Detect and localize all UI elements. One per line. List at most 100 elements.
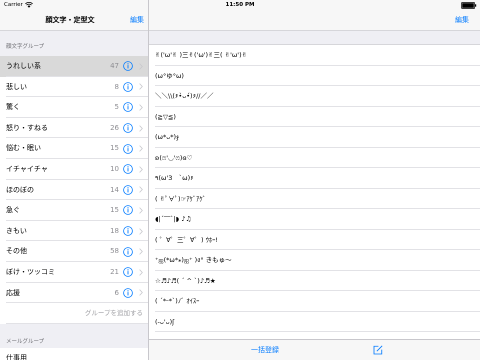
chevron-right-icon [139,166,143,173]
emoticon-text: (≧▽≦) [155,112,176,121]
table-header-spacer [149,31,480,45]
group-count: 5 [114,103,119,112]
group-count: 15 [110,206,119,215]
info-icon[interactable] [123,82,133,92]
emoticon-text: ʚ(ෆ'◡'ෆ)ɞ♡ [155,153,193,162]
group-count: 8 [114,82,119,91]
chevron-right-icon [139,269,143,276]
emoticon-row[interactable]: ☆♬♪♬( ´ ^ `)♪♬★ [149,271,480,292]
group-row[interactable]: 悲しい 8 [0,76,148,98]
info-icon[interactable] [123,288,133,298]
group-row[interactable]: その他 58 [0,241,148,262]
group-count: 47 [110,62,119,70]
info-icon[interactable] [123,164,133,175]
mail-group-row[interactable]: 仕事用 [0,348,148,360]
group-count: 15 [110,144,119,153]
group-name: 応援 [6,288,20,297]
group-count: 26 [110,123,119,132]
emoticon-text: ✌('ω'✌ )三✌('ω')✌三( ✌'ω')✌ [155,51,248,59]
info-icon[interactable] [123,185,133,195]
emoticon-row[interactable]: (≧▽≦) [149,107,480,128]
emoticon-text: (ω°ゆ°ω) [155,71,184,80]
info-icon[interactable] [123,143,133,154]
group-row[interactable]: 驚く 5 [0,97,148,118]
chevron-right-icon [139,83,143,91]
chevron-right-icon [139,227,143,235]
sidebar-title: 顔文字・定型文 [45,16,95,24]
emoticon-row[interactable]: ʚ(ෆ'◡'ෆ)ɞ♡ [149,148,480,169]
group-count: 18 [110,226,119,235]
group-name: ほのぼの [6,185,34,194]
group-list: うれしい系 47 悲しい 8 驚く 5 怒り・すねる 26 悩む・眠い 15 イ… [0,56,148,360]
info-icon[interactable] [123,205,133,216]
mail-section-header-label: メールグループ [6,339,45,346]
emoticon-text: ( ✌ﾟ∀ﾟ)☞ｱｹﾞｱｹﾞ [155,194,206,203]
group-count: 58 [110,247,119,256]
emoticon-row[interactable]: (ω°ゆ°ω) [149,66,480,87]
chevron-right-icon [139,145,143,152]
group-name: うれしい系 [6,62,41,70]
emoticon-row[interactable]: ( ゜∀゜三゜∀゜) ｳﾎｰ! [149,230,480,251]
emoticon-list: ✌('ω'✌ )三✌('ω')✌三( ✌'ω')✌ (ω°ゆ°ω) ＼＼\\(۶… [149,45,480,332]
bottom-toolbar: 一括登録 [149,339,480,360]
chevron-right-icon [139,124,143,132]
group-count: 14 [110,185,119,194]
emoticon-section-header: 顔文字グループ [6,44,45,50]
info-icon[interactable] [123,61,133,72]
sidebar-edit-button[interactable]: 編集 [130,15,144,25]
info-icon[interactable] [123,226,133,236]
info-icon[interactable] [123,246,133,257]
emoticon-row[interactable]: ＼＼\\(۶•̀ᴗ•́)۶//／／ [149,86,480,107]
emoticon-row[interactable]: ( ´*ᵕ*`)ﾉﾞ ｵｲｽｰ [149,291,480,312]
emoticon-text: ☆♬♪♬( ´ ^ `)♪♬★ [155,276,216,285]
bulk-register-button[interactable]: 一括登録 [243,340,287,360]
carrier-label: Carrier [4,2,23,8]
info-icon[interactable] [123,102,133,113]
group-row[interactable]: ぼけ・ツッコミ 21 [0,261,148,283]
group-name: 驚く [6,103,20,112]
group-name: 怒り・すねる [6,123,48,132]
group-name: 悩む・眠い [6,144,41,153]
mail-group-name: 仕事用 [6,354,27,360]
group-row[interactable]: 怒り・すねる 26 [0,117,148,139]
emoticon-text: ＼＼\\(۶•̀ᴗ•́)۶//／／ [155,92,214,100]
group-row[interactable]: きもい 18 [0,220,148,242]
emoticon-row[interactable]: ٩(ω'3 `ω)۶ [149,168,480,189]
group-row[interactable]: 悩む・眠い 15 [0,138,148,159]
info-icon[interactable] [123,123,133,133]
emoticon-text: ◖|´‾‾`|◗ ♪♫ [155,215,192,223]
emoticon-text: ٩(ω'3 `ω)۶ [155,174,194,182]
group-name: その他 [6,247,27,256]
detail-pane: 編集 ✌('ω'✌ )三✌('ω')✌三( ✌'ω')✌ (ω°ゆ°ω) ＼＼\… [149,0,480,360]
emoticon-row[interactable]: (-ᴗ'ᴗ)ʃ [149,312,480,333]
compose-icon[interactable] [373,345,383,355]
group-name: 悲しい [6,82,27,91]
chevron-right-icon [139,248,143,255]
add-group-button[interactable]: グループを追加する [0,303,148,324]
group-name: 急ぐ [6,206,20,215]
emoticon-row[interactable]: ⁺ஐ(*ω*⁎)ஐ⁺ )ง° きもゅ～ [149,250,480,271]
group-row[interactable]: ほのぼの 14 [0,179,148,201]
battery-icon [461,1,477,9]
emoticon-row[interactable]: ( ✌ﾟ∀ﾟ)☞ｱｹﾞｱｹﾞ [149,189,480,210]
group-row[interactable]: 急ぐ 15 [0,200,148,221]
group-row[interactable]: イチャイチャ 10 [0,158,148,180]
emoticon-text: ( ´*ᵕ*`)ﾉﾞ ｵｲｽｰ [155,297,200,305]
info-icon[interactable] [123,267,133,278]
emoticon-row[interactable]: ◖|´‾‾`|◗ ♪♫ [149,209,480,230]
emoticon-text: (-ᴗ'ᴗ)ʃ [155,317,175,326]
group-name: イチャイチャ [6,164,48,173]
group-count: 21 [110,267,119,276]
emoticon-text: ⁺ஐ(*ω*⁎)ஐ⁺ )ง° きもゅ～ [155,256,232,264]
group-row[interactable]: 応援 6 [0,282,148,304]
emoticon-text: (ω*ᴗ*)ჯ [155,133,179,141]
chevron-right-icon [139,104,143,111]
chevron-right-icon [139,63,143,70]
emoticon-row[interactable]: ✌('ω'✌ )三✌('ω')✌三( ✌'ω')✌ [149,45,480,66]
emoticon-text: ( ゜∀゜三゜∀゜) ｳﾎｰ! [155,235,218,244]
group-row[interactable]: うれしい系 47 [0,56,148,77]
clock-time: 11:50 PM [225,2,255,8]
group-name: きもい [6,226,27,235]
emoticon-row[interactable]: (ω*ᴗ*)ჯ [149,127,480,148]
detail-edit-button[interactable]: 編集 [455,15,469,25]
